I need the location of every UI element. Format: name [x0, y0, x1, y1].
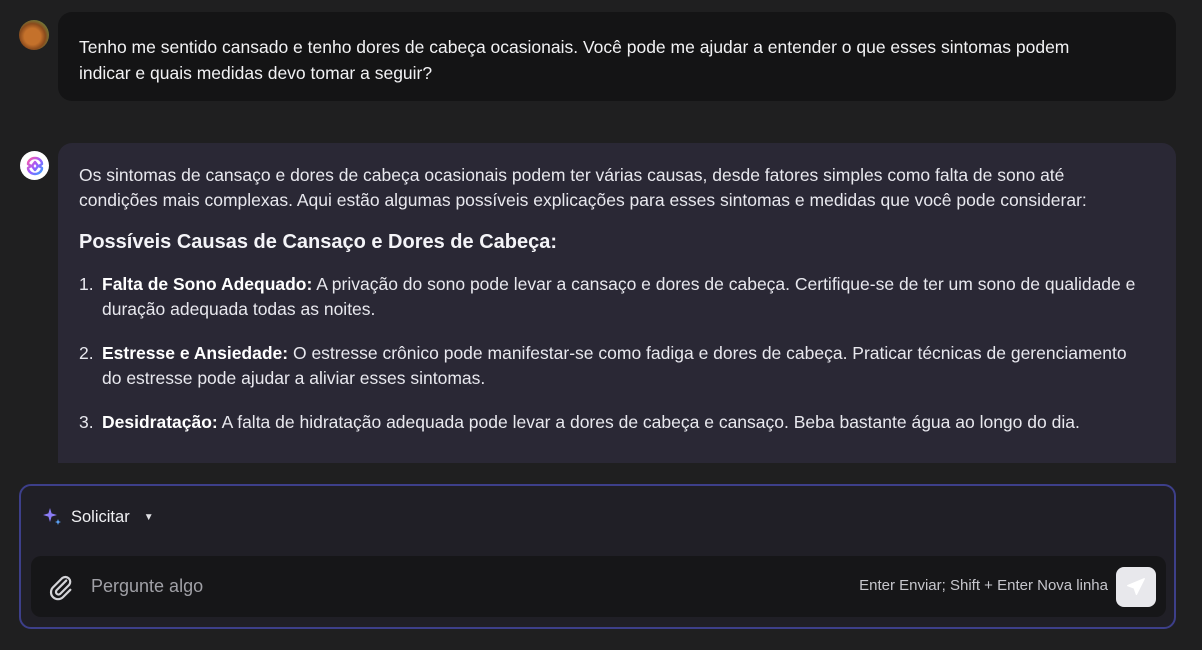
assistant-heading: Possíveis Causas de Cansaço e Dores de C… — [79, 231, 558, 253]
assistant-intro: Os sintomas de cansaço e dores de cabeça… — [79, 165, 1087, 210]
assistant-message: Os sintomas de cansaço e dores de cabeça… — [58, 143, 1176, 463]
list-item-text: A falta de hidratação adequada pode leva… — [217, 412, 1080, 432]
list-item: 2. Estresse e Ansiedade: O estresse crôn… — [79, 341, 1146, 391]
mode-label: Solicitar — [71, 507, 130, 526]
user-message: Tenho me sentido cansado e tenho dores d… — [58, 12, 1176, 101]
user-avatar — [19, 20, 49, 50]
list-item: 1. Falta de Sono Adequado: A privação do… — [79, 272, 1146, 322]
list-number: 1. — [79, 274, 94, 294]
list-item-title: Falta de Sono Adequado: — [102, 274, 313, 294]
input-row: Enter Enviar; Shift + Enter Nova linha — [31, 556, 1166, 617]
list-number: 2. — [79, 343, 94, 363]
causes-list: 1. Falta de Sono Adequado: A privação do… — [79, 272, 1146, 435]
keyboard-hint: Enter Enviar; Shift + Enter Nova linha — [859, 577, 1108, 594]
list-item-title: Desidratação: — [102, 412, 218, 432]
paperclip-icon[interactable] — [47, 573, 75, 601]
list-item: 3. Desidratação: A falta de hidratação a… — [79, 410, 1146, 435]
composer: Solicitar ▼ Enter Enviar; Shift + Enter … — [19, 484, 1176, 629]
sparkle-icon — [43, 508, 61, 525]
prompt-input[interactable] — [91, 572, 791, 600]
send-button[interactable] — [1116, 567, 1156, 607]
user-message-text: Tenho me sentido cansado e tenho dores d… — [79, 37, 1070, 83]
list-item-title: Estresse e Ansiedade: — [102, 343, 289, 363]
mode-selector[interactable]: Solicitar ▼ — [41, 505, 154, 529]
chat-view: Tenho me sentido cansado e tenho dores d… — [0, 0, 1202, 650]
assistant-logo-icon — [20, 151, 49, 180]
list-number: 3. — [79, 412, 94, 432]
send-icon — [1127, 578, 1145, 596]
caret-down-icon: ▼ — [143, 511, 154, 523]
